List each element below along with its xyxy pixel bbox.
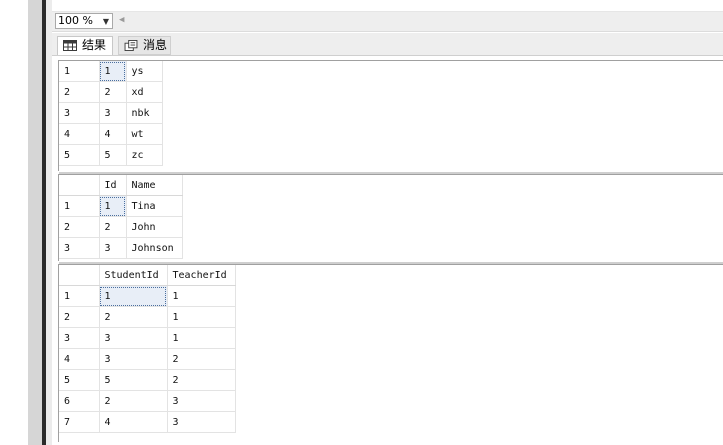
- table-cell[interactable]: 2: [99, 306, 168, 328]
- tab-results[interactable]: 结果: [57, 36, 113, 55]
- zoom-select[interactable]: 100 % ▼: [55, 13, 113, 29]
- table-cell[interactable]: xd: [126, 81, 163, 103]
- grid-icon: [63, 40, 77, 51]
- table-cell[interactable]: 1: [167, 327, 236, 349]
- result-grid-3: StudentId TeacherId 1 1 1 2 2 1 3 3 1 4 …: [58, 264, 723, 442]
- table-row[interactable]: 5 5 zc: [59, 144, 163, 166]
- row-number[interactable]: 2: [59, 81, 100, 103]
- table-cell[interactable]: 1: [99, 195, 127, 217]
- row-number[interactable]: 2: [59, 306, 100, 328]
- zoom-bar: 100 % ▼ ◀: [52, 12, 723, 32]
- row-number[interactable]: 4: [59, 348, 100, 370]
- row-number[interactable]: 5: [59, 144, 100, 166]
- tab-results-label: 结果: [82, 38, 107, 52]
- row-number[interactable]: 4: [59, 123, 100, 145]
- result-grid-2: Id Name 1 1 Tina 2 2 John 3 3 Johnson: [58, 174, 723, 264]
- table-cell[interactable]: nbk: [126, 102, 163, 124]
- table-row[interactable]: 6 2 3: [59, 390, 236, 412]
- table-cell[interactable]: 3: [167, 411, 236, 433]
- table-cell[interactable]: 3: [99, 327, 168, 349]
- left-gutter: [0, 0, 28, 445]
- table-cell[interactable]: 5: [99, 369, 168, 391]
- table-row[interactable]: 3 3 1: [59, 327, 236, 349]
- table-cell[interactable]: Johnson: [126, 237, 183, 259]
- table-cell[interactable]: 2: [167, 348, 236, 370]
- table-row[interactable]: 2 2 1: [59, 306, 236, 328]
- table-row[interactable]: 7 4 3: [59, 411, 236, 433]
- table-cell[interactable]: 3: [99, 348, 168, 370]
- row-number[interactable]: 1: [59, 285, 100, 307]
- table-row[interactable]: 4 4 wt: [59, 123, 163, 145]
- column-header[interactable]: Name: [126, 175, 183, 196]
- tab-messages-label: 消息: [143, 38, 168, 52]
- table-cell[interactable]: 1: [167, 285, 236, 307]
- zoom-value: 100 %: [58, 14, 93, 27]
- tab-messages[interactable]: 消息: [118, 36, 171, 55]
- table-cell[interactable]: 3: [99, 102, 127, 124]
- side-panel-strip: [28, 0, 42, 445]
- query-results-pane: 100 % ▼ ◀ 结果 消息 1 1 ys 2 2 xd 3 3 nbk 4 …: [52, 0, 723, 445]
- row-number[interactable]: 3: [59, 102, 100, 124]
- column-header[interactable]: Id: [99, 175, 127, 196]
- table-cell[interactable]: wt: [126, 123, 163, 145]
- table-cell[interactable]: 4: [99, 411, 168, 433]
- table-cell[interactable]: 3: [167, 390, 236, 412]
- table-cell[interactable]: 2: [99, 390, 168, 412]
- result-table-3: StudentId TeacherId 1 1 1 2 2 1 3 3 1 4 …: [59, 265, 236, 433]
- row-number[interactable]: 2: [59, 216, 100, 238]
- result-tabs: 结果 消息: [52, 33, 723, 56]
- chevron-down-icon: ▼: [102, 17, 109, 26]
- table-row[interactable]: 2 2 John: [59, 216, 183, 238]
- table-cell[interactable]: 3: [99, 237, 127, 259]
- corner-header[interactable]: [59, 265, 100, 286]
- table-row[interactable]: 1 1 Tina: [59, 195, 183, 217]
- table-cell[interactable]: John: [126, 216, 183, 238]
- editor-bottom-edge: [52, 0, 723, 12]
- table-row[interactable]: 3 3 nbk: [59, 102, 163, 124]
- table-cell[interactable]: 1: [99, 285, 168, 307]
- table-row[interactable]: 3 3 Johnson: [59, 237, 183, 259]
- result-table-1: 1 1 ys 2 2 xd 3 3 nbk 4 4 wt 5 5 zc: [59, 61, 163, 166]
- row-number[interactable]: 5: [59, 369, 100, 391]
- result-grid-1: 1 1 ys 2 2 xd 3 3 nbk 4 4 wt 5 5 zc: [58, 60, 723, 174]
- table-cell[interactable]: 2: [99, 81, 127, 103]
- table-row[interactable]: 1 1 1: [59, 285, 236, 307]
- column-header[interactable]: StudentId: [99, 265, 168, 286]
- table-cell[interactable]: 2: [167, 369, 236, 391]
- messages-icon: [124, 40, 138, 51]
- row-number[interactable]: 6: [59, 390, 100, 412]
- scroll-left-icon[interactable]: ◀: [119, 15, 124, 25]
- results-area: 1 1 ys 2 2 xd 3 3 nbk 4 4 wt 5 5 zc Id N…: [58, 56, 723, 445]
- table-cell[interactable]: 5: [99, 144, 127, 166]
- row-number[interactable]: 1: [59, 195, 100, 217]
- table-cell[interactable]: Tina: [126, 195, 183, 217]
- table-header-row: StudentId TeacherId: [59, 265, 236, 286]
- row-number[interactable]: 1: [59, 61, 100, 82]
- table-row[interactable]: 4 3 2: [59, 348, 236, 370]
- table-cell[interactable]: zc: [126, 144, 163, 166]
- row-number[interactable]: 3: [59, 237, 100, 259]
- corner-header[interactable]: [59, 175, 100, 196]
- table-row[interactable]: 1 1 ys: [59, 61, 163, 82]
- column-header[interactable]: TeacherId: [167, 265, 236, 286]
- table-header-row: Id Name: [59, 175, 183, 196]
- table-row[interactable]: 2 2 xd: [59, 81, 163, 103]
- table-cell[interactable]: ys: [126, 61, 163, 82]
- table-row[interactable]: 5 5 2: [59, 369, 236, 391]
- table-cell[interactable]: 4: [99, 123, 127, 145]
- row-number[interactable]: 3: [59, 327, 100, 349]
- table-cell[interactable]: 1: [99, 61, 127, 82]
- result-table-2: Id Name 1 1 Tina 2 2 John 3 3 Johnson: [59, 175, 183, 259]
- table-cell[interactable]: 2: [99, 216, 127, 238]
- table-cell[interactable]: 1: [167, 306, 236, 328]
- row-number[interactable]: 7: [59, 411, 100, 433]
